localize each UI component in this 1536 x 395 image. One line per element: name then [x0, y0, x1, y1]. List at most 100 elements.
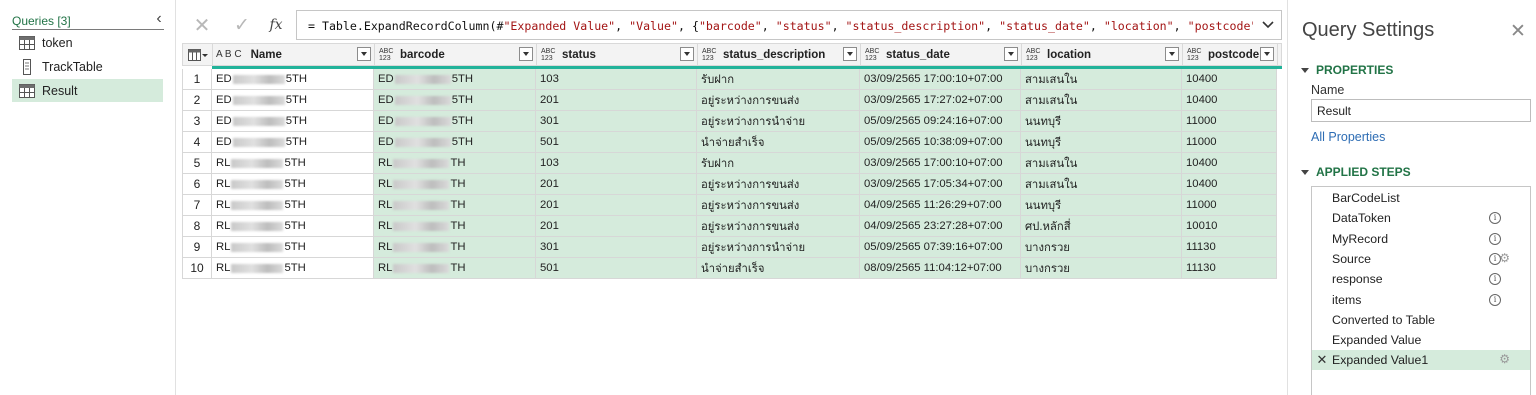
cell-desc[interactable]: อยู่ระหว่างการขนส่ง — [697, 90, 860, 111]
cell-loc[interactable]: สามเสนใน — [1021, 153, 1182, 174]
cell-desc[interactable]: รับฝาก — [697, 153, 860, 174]
filter-dropdown-icon[interactable] — [1260, 47, 1274, 61]
cell-post[interactable]: 11000 — [1182, 195, 1277, 216]
info-icon[interactable]: i — [1489, 273, 1501, 286]
column-header-date[interactable]: ABC 123 status_date — [861, 44, 1022, 65]
cell-post[interactable]: 10010 — [1182, 216, 1277, 237]
filter-dropdown-icon[interactable] — [1165, 47, 1179, 61]
cell-date[interactable]: 03/09/2565 17:05:34+07:00 — [860, 174, 1021, 195]
cell-name[interactable]: ED 5TH — [212, 111, 374, 132]
any-type-icon[interactable]: ABC 123 — [702, 48, 718, 62]
step-response[interactable]: response i — [1312, 269, 1530, 289]
row-number[interactable]: 2 — [182, 90, 212, 111]
formula-bar[interactable]: = Table.ExpandRecordColumn(#"Expanded Va… — [296, 10, 1282, 40]
cell-barcode[interactable]: ED 5TH — [374, 111, 536, 132]
filter-dropdown-icon[interactable] — [357, 47, 371, 61]
cell-desc[interactable]: อยู่ระหว่างการนำจ่าย — [697, 111, 860, 132]
step-datatoken[interactable]: DataToken i — [1312, 208, 1530, 228]
column-header-desc[interactable]: ABC 123 status_description — [698, 44, 861, 65]
cell-date[interactable]: 03/09/2565 17:27:02+07:00 — [860, 90, 1021, 111]
query-item-tracktable[interactable]: TrackTable — [12, 55, 163, 78]
filter-dropdown-icon[interactable] — [843, 47, 857, 61]
cell-loc[interactable]: สามเสนใน — [1021, 174, 1182, 195]
cell-post[interactable]: 11130 — [1182, 237, 1277, 258]
table-row[interactable]: 3 ED 5TH ED 5TH 301 อยู่ระหว่างการนำจ่าย 05/09/… — [182, 111, 1282, 132]
table-row[interactable]: 10 RL 5TH RL TH 501 นำจ่ายสำเร็จ 08/09/2565 11:… — [182, 258, 1282, 279]
gear-icon[interactable]: ⚙ — [1499, 352, 1510, 366]
properties-heading[interactable]: PROPERTIES — [1301, 63, 1393, 77]
cell-name[interactable]: RL 5TH — [212, 258, 374, 279]
row-number[interactable]: 9 — [182, 237, 212, 258]
any-type-icon[interactable]: ABC 123 — [379, 48, 395, 62]
info-icon[interactable]: i — [1489, 293, 1501, 306]
cell-date[interactable]: 03/09/2565 17:00:10+07:00 — [860, 69, 1021, 90]
cell-name[interactable]: ED 5TH — [212, 69, 374, 90]
cell-status[interactable]: 201 — [536, 216, 697, 237]
table-row[interactable]: 4 ED 5TH ED 5TH 501 นำจ่ายสำเร็จ 05/09/2565 10:… — [182, 132, 1282, 153]
cell-post[interactable]: 10400 — [1182, 174, 1277, 195]
cell-desc[interactable]: อยู่ระหว่างการขนส่ง — [697, 216, 860, 237]
cell-name[interactable]: ED 5TH — [212, 132, 374, 153]
cell-status[interactable]: 501 — [536, 258, 697, 279]
cell-desc[interactable]: รับฝาก — [697, 69, 860, 90]
cell-date[interactable]: 04/09/2565 11:26:29+07:00 — [860, 195, 1021, 216]
info-icon[interactable]: i — [1489, 232, 1501, 245]
cell-name[interactable]: RL 5TH — [212, 216, 374, 237]
table-row[interactable]: 5 RL 5TH RL TH 103 รับฝาก 03/09/2565 17:00:10+0… — [182, 153, 1282, 174]
applied-steps-heading[interactable]: APPLIED STEPS — [1301, 165, 1411, 179]
table-row[interactable]: 6 RL 5TH RL TH 201 อยู่ระหว่างการขนส่ง 03/09/25… — [182, 174, 1282, 195]
any-type-icon[interactable]: ABC 123 — [541, 48, 557, 62]
row-number[interactable]: 4 — [182, 132, 212, 153]
step-converted-to-table[interactable]: Converted to Table — [1312, 310, 1530, 330]
row-number[interactable]: 6 — [182, 174, 212, 195]
row-number[interactable]: 5 — [182, 153, 212, 174]
cell-name[interactable]: RL 5TH — [212, 195, 374, 216]
cell-date[interactable]: 05/09/2565 10:38:09+07:00 — [860, 132, 1021, 153]
cell-loc[interactable]: นนทบุรี — [1021, 132, 1182, 153]
cell-barcode[interactable]: RL TH — [374, 174, 536, 195]
cell-post[interactable]: 10400 — [1182, 153, 1277, 174]
column-header-name[interactable]: A B C Name — [213, 44, 375, 65]
cell-status[interactable]: 201 — [536, 90, 697, 111]
cell-barcode[interactable]: ED 5TH — [374, 132, 536, 153]
cell-post[interactable]: 10400 — [1182, 69, 1277, 90]
cell-desc[interactable]: อยู่ระหว่างการนำจ่าย — [697, 237, 860, 258]
row-number[interactable]: 7 — [182, 195, 212, 216]
cell-loc[interactable]: สามเสนใน — [1021, 69, 1182, 90]
query-item-token[interactable]: token — [12, 31, 163, 54]
cell-name[interactable]: ED 5TH — [212, 90, 374, 111]
step-expanded-value1[interactable]: ✕ Expanded Value1 ⚙ — [1312, 350, 1530, 371]
cell-name[interactable]: RL 5TH — [212, 174, 374, 195]
cell-name[interactable]: RL 5TH — [212, 153, 374, 174]
any-type-icon[interactable]: ABC 123 — [1187, 48, 1203, 62]
cell-status[interactable]: 301 — [536, 111, 697, 132]
cell-desc[interactable]: อยู่ระหว่างการขนส่ง — [697, 174, 860, 195]
table-row[interactable]: 8 RL 5TH RL TH 201 อยู่ระหว่างการขนส่ง 04/09/25… — [182, 216, 1282, 237]
any-type-icon[interactable]: ABC 123 — [1026, 48, 1042, 62]
cell-loc[interactable]: บางกรวย — [1021, 258, 1182, 279]
cell-desc[interactable]: นำจ่ายสำเร็จ — [697, 258, 860, 279]
query-item-result[interactable]: Result — [12, 79, 163, 102]
cell-post[interactable]: 11130 — [1182, 258, 1277, 279]
step-myrecord[interactable]: MyRecord i — [1312, 229, 1530, 249]
commit-formula-icon[interactable]: ✓ — [225, 11, 259, 39]
cell-barcode[interactable]: RL TH — [374, 153, 536, 174]
cell-desc[interactable]: นำจ่ายสำเร็จ — [697, 132, 860, 153]
cell-post[interactable]: 10400 — [1182, 90, 1277, 111]
column-header-post[interactable]: ABC 123 postcode — [1183, 44, 1278, 65]
column-header-status[interactable]: ABC 123 status — [537, 44, 698, 65]
delete-step-icon[interactable]: ✕ — [1312, 352, 1332, 368]
cell-desc[interactable]: อยู่ระหว่างการขนส่ง — [697, 195, 860, 216]
filter-dropdown-icon[interactable] — [680, 47, 694, 61]
column-header-barcode[interactable]: ABC 123 barcode — [375, 44, 537, 65]
text-type-icon[interactable]: A B C — [216, 49, 242, 60]
cell-barcode[interactable]: ED 5TH — [374, 69, 536, 90]
cell-status[interactable]: 501 — [536, 132, 697, 153]
cell-loc[interactable]: สามเสนใน — [1021, 90, 1182, 111]
table-row[interactable]: 7 RL 5TH RL TH 201 อยู่ระหว่างการขนส่ง 04/09/25… — [182, 195, 1282, 216]
step-barcodelist[interactable]: BarCodeList — [1312, 188, 1530, 208]
cell-post[interactable]: 11000 — [1182, 132, 1277, 153]
cell-post[interactable]: 11000 — [1182, 111, 1277, 132]
cell-barcode[interactable]: RL TH — [374, 216, 536, 237]
cell-date[interactable]: 03/09/2565 17:00:10+07:00 — [860, 153, 1021, 174]
